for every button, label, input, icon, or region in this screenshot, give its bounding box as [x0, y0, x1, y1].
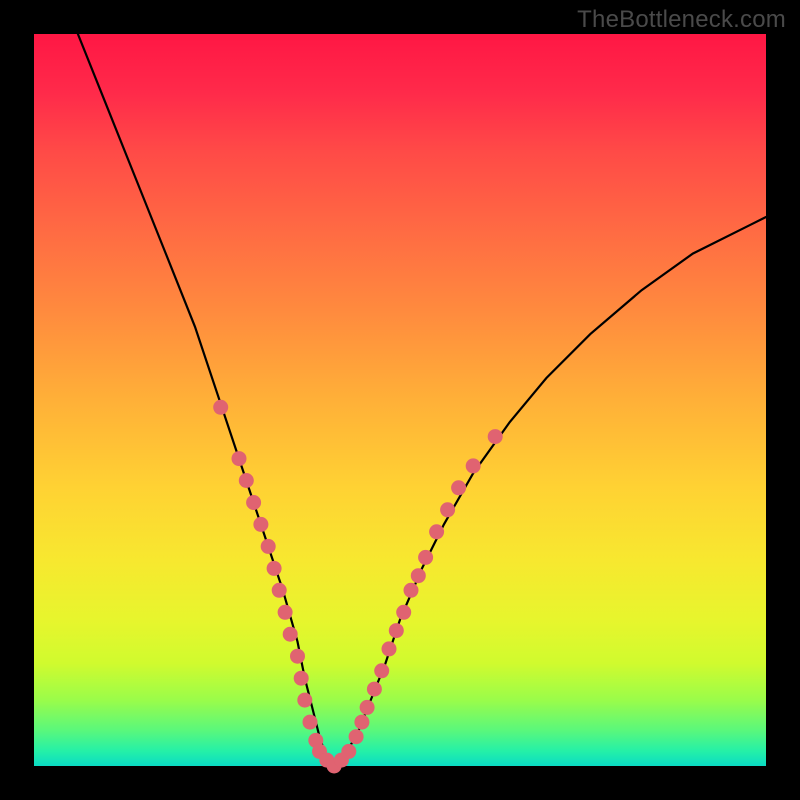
marker-dot: [294, 671, 309, 686]
marker-dot: [367, 682, 382, 697]
marker-dot: [267, 561, 282, 576]
marker-dot: [418, 550, 433, 565]
bottleneck-curve: [78, 34, 766, 766]
marker-dot: [283, 627, 298, 642]
curve-svg: [34, 34, 766, 766]
watermark-text: TheBottleneck.com: [577, 6, 786, 34]
marker-dot: [278, 605, 293, 620]
marker-dot: [272, 583, 287, 598]
chart-frame: TheBottleneck.com: [0, 0, 800, 800]
plot-area: [34, 34, 766, 766]
marker-dot: [213, 400, 228, 415]
marker-dot: [303, 715, 318, 730]
marker-dot: [360, 700, 375, 715]
marker-dot: [411, 568, 426, 583]
marker-dot: [354, 715, 369, 730]
marker-dot: [429, 524, 444, 539]
marker-dot: [261, 539, 276, 554]
marker-dot: [488, 429, 503, 444]
marker-dot: [239, 473, 254, 488]
marker-dot: [466, 458, 481, 473]
marker-dot: [349, 729, 364, 744]
marker-dot: [396, 605, 411, 620]
marker-dot: [404, 583, 419, 598]
marker-dot: [297, 693, 312, 708]
marker-dot: [232, 451, 247, 466]
marker-dot: [290, 649, 305, 664]
marker-dot: [374, 663, 389, 678]
marker-dot: [382, 641, 397, 656]
highlight-markers: [213, 400, 503, 774]
marker-dot: [341, 744, 356, 759]
marker-dot: [451, 480, 466, 495]
marker-dot: [389, 623, 404, 638]
marker-dot: [253, 517, 268, 532]
marker-dot: [440, 502, 455, 517]
marker-dot: [246, 495, 261, 510]
